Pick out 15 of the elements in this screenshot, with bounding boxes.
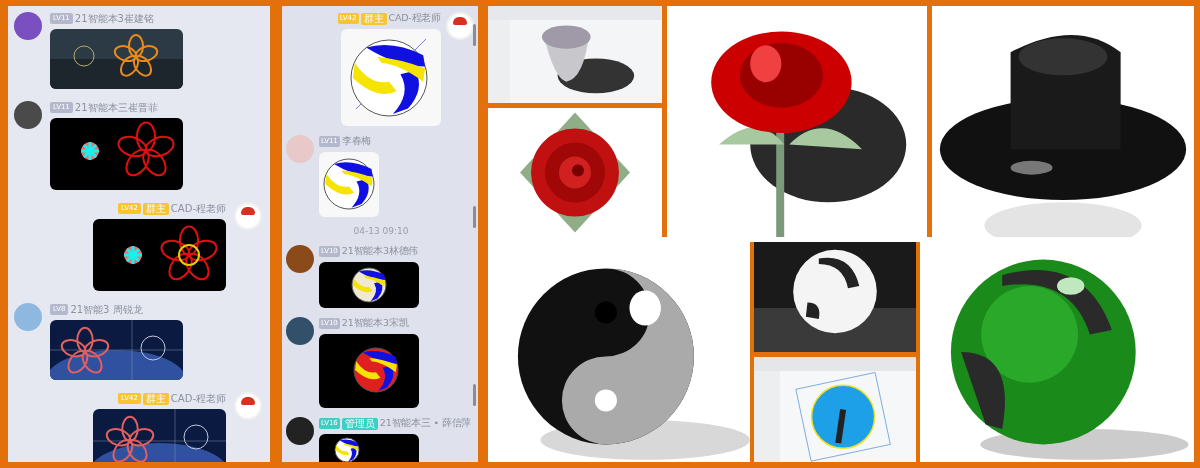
sender-name: 21智能本三 • 薛信萍 bbox=[379, 417, 472, 430]
sender-name: 21智能本三崔晋菲 bbox=[74, 100, 158, 115]
role-badge: 群主 bbox=[142, 202, 169, 215]
sender-name: 21智能本3崔建铭 bbox=[74, 11, 154, 26]
role-badge: 群主 bbox=[360, 12, 387, 25]
sender-name: 21智能3 周锐龙 bbox=[70, 302, 143, 317]
sender-name: CAD-程老师 bbox=[170, 391, 226, 406]
sender-name: CAD-程老师 bbox=[170, 201, 226, 216]
role-badge: 群主 bbox=[142, 392, 169, 405]
sender-name: CAD-程老师 bbox=[388, 12, 441, 25]
sender-name: 李春梅 bbox=[341, 135, 372, 148]
role-badge: 管理员 bbox=[341, 417, 378, 430]
sender-name: 21智能本3林德伟 bbox=[341, 245, 419, 258]
timestamp: 04-13 09:10 bbox=[353, 226, 409, 236]
sender-name: 21智能本3宋凯 bbox=[341, 317, 409, 330]
